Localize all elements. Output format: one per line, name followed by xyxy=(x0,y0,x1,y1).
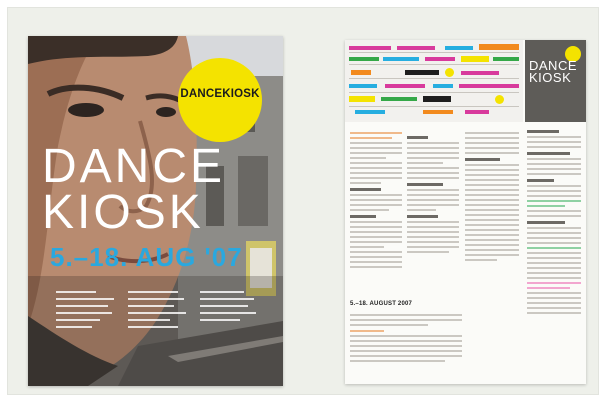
text-column-1 xyxy=(350,132,402,271)
poster-title-line1: DANCE xyxy=(42,140,226,193)
newspaper-headline: 5.–18. AUGUST 2007 xyxy=(350,301,413,307)
mini-title-line2: KIOSK xyxy=(529,70,572,85)
mini-title: DANCE KIOSK xyxy=(529,59,577,85)
bottom-text-block xyxy=(350,330,462,365)
dancekiosk-badge: DANCEKIOSK xyxy=(178,58,262,142)
text-column-3 xyxy=(465,132,519,264)
poster: DANCEKIOSK DANCE KIOSK 5.–18. AUG '07 xyxy=(28,36,283,386)
poster-title: DANCE KIOSK xyxy=(42,140,282,239)
poster-date: 5.–18. AUG '07 xyxy=(50,242,243,272)
color-schedule-grid xyxy=(345,40,523,122)
lead-paragraph xyxy=(350,314,462,329)
poster-program-text xyxy=(56,291,266,355)
text-column-2 xyxy=(407,132,459,256)
mini-cover: DANCE KIOSK xyxy=(525,40,586,122)
poster-title-line2: KIOSK xyxy=(42,186,204,239)
text-column-4 xyxy=(527,126,581,317)
badge-title: DANCEKIOSK xyxy=(180,88,260,100)
newspaper: DANCE KIOSK 5.–18. AUGUST 2007 xyxy=(345,40,586,384)
